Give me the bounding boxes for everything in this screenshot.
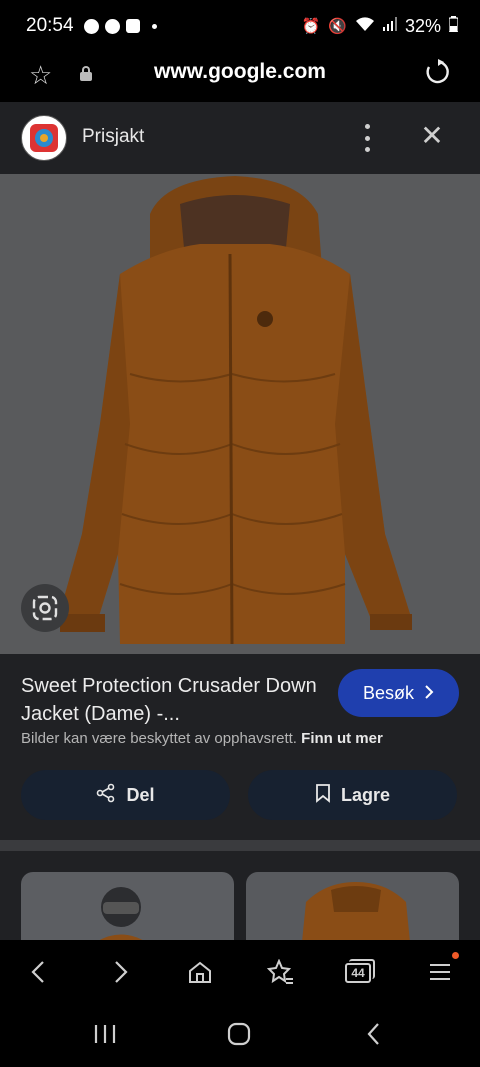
mute-icon: 🔇 <box>328 18 347 35</box>
home-icon[interactable] <box>182 954 218 990</box>
system-back-icon[interactable] <box>366 1022 380 1051</box>
share-icon <box>96 783 116 808</box>
product-image[interactable] <box>0 174 480 654</box>
status-left: 20:54 <box>26 15 157 37</box>
copyright-text: Bilder kan være beskyttet av opphavsrett… <box>21 730 297 747</box>
share-label: Del <box>126 784 155 805</box>
browser-url-bar: ☆ www.google.com <box>0 52 480 102</box>
more-vert-icon[interactable] <box>357 124 377 152</box>
lens-search-button[interactable] <box>21 584 69 632</box>
url-text[interactable]: www.google.com <box>0 60 480 84</box>
tabs-icon[interactable]: 44 <box>342 954 378 990</box>
section-divider <box>0 840 480 851</box>
bookmark-star-icon[interactable] <box>262 954 298 990</box>
recents-icon[interactable] <box>93 1023 117 1050</box>
image-title[interactable]: Sweet Protection Crusader Down Jacket (D… <box>21 672 321 728</box>
battery-icon <box>448 15 459 37</box>
lens-icon <box>32 595 58 621</box>
learn-more-link[interactable]: Finn ut mer <box>301 730 383 747</box>
chevron-right-icon <box>424 683 434 704</box>
source-name[interactable]: Prisjakt <box>82 126 144 148</box>
status-bar: 20:54 ⏰ 🔇 32% <box>0 0 480 52</box>
home-circle-icon[interactable] <box>227 1022 251 1051</box>
tab-count: 44 <box>345 963 371 983</box>
status-time: 20:54 <box>26 15 74 36</box>
wifi-icon <box>355 16 375 36</box>
browser-bottom-nav: 44 <box>0 940 480 1003</box>
reload-icon[interactable] <box>424 58 452 93</box>
save-button[interactable]: Lagre <box>248 770 457 820</box>
visit-button-label: Besøk <box>362 682 414 703</box>
sheet-header: Prisjakt ✕ <box>0 102 480 174</box>
alarm-icon: ⏰ <box>301 18 321 35</box>
forward-icon[interactable] <box>103 954 139 990</box>
notification-badge <box>452 952 459 959</box>
signal-icon <box>382 17 397 35</box>
site-favicon[interactable] <box>21 115 67 161</box>
system-nav-bar <box>0 1003 480 1067</box>
messenger-icon <box>83 18 99 34</box>
copyright-notice: Bilder kan være beskyttet av opphavsrett… <box>21 730 383 747</box>
chat-icon <box>104 18 120 34</box>
save-label: Lagre <box>340 784 391 805</box>
bookmark-icon <box>315 783 331 808</box>
status-right: ⏰ 🔇 32% <box>301 15 459 37</box>
back-icon[interactable] <box>20 954 56 990</box>
share-button[interactable]: Del <box>21 770 230 820</box>
more-notifications-icon <box>151 23 157 29</box>
battery-level: 32% <box>404 15 441 36</box>
menu-icon[interactable] <box>422 954 458 990</box>
visit-button[interactable]: Besøk <box>338 669 459 717</box>
jacket-image <box>58 176 412 645</box>
checkbox-notification-icon <box>125 19 140 33</box>
close-icon[interactable]: ✕ <box>418 122 446 150</box>
image-preview-sheet: Prisjakt ✕ Sweet Protection Crusader Dow… <box>0 102 480 952</box>
